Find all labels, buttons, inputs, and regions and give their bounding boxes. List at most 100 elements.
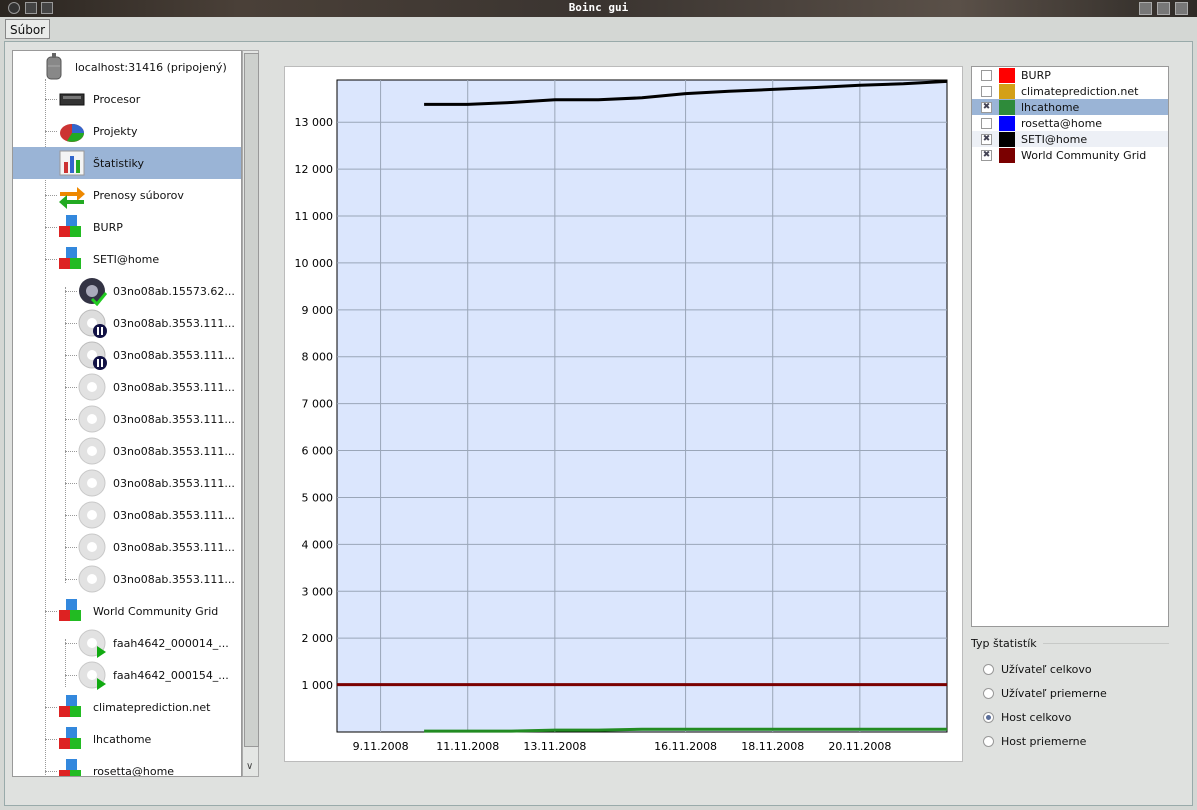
tree-item-label: 03no08ab.3553.111... xyxy=(113,476,235,490)
statistics-chart-panel: 1 000 2 000 3 000 4 000 5 000 6 000 7 000 8 000… xyxy=(284,66,963,762)
legend-item[interactable]: rosetta@home xyxy=(972,115,1168,131)
legend-label: rosetta@home xyxy=(1021,116,1103,130)
tree-item[interactable]: SETI@home xyxy=(57,243,159,275)
tree-item[interactable]: 03no08ab.3553.111... xyxy=(77,339,235,371)
stats-type-radio[interactable]: Užívateľ celkovo xyxy=(983,663,1092,676)
tree-item-label: 03no08ab.15573.62... xyxy=(113,284,235,298)
tree-connector xyxy=(65,287,66,583)
stats-type-title: Typ štatistík xyxy=(971,637,1037,650)
tree-item-label: climateprediction.net xyxy=(93,700,211,714)
tree-item-label: Projekty xyxy=(93,124,138,138)
tree-item[interactable]: lhcathome xyxy=(57,723,151,755)
y-tick-label: 4 000 xyxy=(302,538,334,551)
y-tick-label: 5 000 xyxy=(302,491,334,504)
tree-item[interactable]: 03no08ab.3553.111... xyxy=(77,403,235,435)
tree-item-label: faah4642_000154_... xyxy=(113,668,229,682)
tree-item[interactable]: Štatistiky xyxy=(57,147,144,179)
legend-checkbox[interactable]: ✖ xyxy=(981,133,992,145)
radio-indicator[interactable] xyxy=(983,712,994,723)
scroll-down-arrow-icon[interactable]: ∨ xyxy=(246,761,253,772)
legend-checkbox[interactable] xyxy=(981,69,992,81)
maximize-button[interactable] xyxy=(1157,2,1170,15)
x-tick-label: 9.11.2008 xyxy=(353,740,409,753)
tree-item[interactable]: 03no08ab.15573.62... xyxy=(77,275,235,307)
server-icon xyxy=(46,53,62,80)
tree-host-node[interactable]: localhost:31416 (pripojený) xyxy=(39,51,227,83)
tree-item[interactable]: 03no08ab.3553.111... xyxy=(77,307,235,339)
tree-item-label: BURP xyxy=(93,220,123,234)
tree-connector xyxy=(45,771,57,772)
tree-item[interactable]: climateprediction.net xyxy=(57,691,210,723)
stats-type-divider xyxy=(1043,643,1169,644)
tree-item-label: faah4642_000014_... xyxy=(113,636,229,650)
tree-connector xyxy=(65,547,77,548)
stats-type-radio[interactable]: Host priemerne xyxy=(983,735,1086,748)
tree-item[interactable]: 03no08ab.3553.111... xyxy=(77,563,235,595)
tree-item-label: 03no08ab.3553.111... xyxy=(113,316,235,330)
tree-item[interactable]: 03no08ab.3553.111... xyxy=(77,499,235,531)
tree-item[interactable]: faah4642_000014_... xyxy=(77,627,229,659)
radio-indicator[interactable] xyxy=(983,736,994,747)
task-gear-icon xyxy=(78,565,106,593)
tree-item[interactable]: rosetta@home xyxy=(57,755,174,776)
tree-item[interactable]: 03no08ab.3553.111... xyxy=(77,435,235,467)
task-running-icon xyxy=(78,629,106,658)
legend-checkbox[interactable] xyxy=(981,85,992,97)
y-tick-label: 11 000 xyxy=(295,210,334,223)
menubar: Súbor xyxy=(0,17,1197,41)
tree-item-label: SETI@home xyxy=(93,252,160,266)
tree-scrollbar-thumb[interactable] xyxy=(244,53,259,747)
tree-connector xyxy=(65,323,77,324)
legend-checkbox[interactable] xyxy=(981,117,992,129)
legend-item[interactable]: BURP xyxy=(972,67,1168,83)
tree-connector xyxy=(65,643,77,644)
stats-type-radio[interactable]: Host celkovo xyxy=(983,711,1071,724)
tree-item[interactable]: Projekty xyxy=(57,115,137,147)
legend-color-swatch xyxy=(999,131,1015,147)
legend-color-swatch xyxy=(999,147,1015,163)
bar-chart-icon xyxy=(59,150,85,176)
y-tick-label: 13 000 xyxy=(295,116,334,129)
tree-connector xyxy=(65,675,77,676)
tree-item[interactable]: 03no08ab.3553.111... xyxy=(77,531,235,563)
tree-connector xyxy=(65,387,77,388)
tree-item[interactable]: Procesor xyxy=(57,83,140,115)
radio-indicator[interactable] xyxy=(983,688,994,699)
tree-item-label: Štatistiky xyxy=(93,156,144,170)
stats-type-radio[interactable]: Užívateľ priemerne xyxy=(983,687,1107,700)
statistics-chart: 1 000 2 000 3 000 4 000 5 000 6 000 7 000 8 000… xyxy=(295,79,948,753)
legend-label: BURP xyxy=(1021,68,1051,82)
tree-item[interactable]: World Community Grid xyxy=(57,595,218,627)
x-tick-label: 18.11.2008 xyxy=(741,740,804,753)
tree-connector xyxy=(65,451,77,452)
x-tick-label: 11.11.2008 xyxy=(436,740,499,753)
radio-indicator[interactable] xyxy=(983,664,994,675)
tree-connector xyxy=(45,79,46,776)
legend-item[interactable]: ✖ lhcathome xyxy=(972,99,1168,115)
tree-item[interactable]: BURP xyxy=(57,211,123,243)
legend-label: SETI@home xyxy=(1021,132,1088,146)
y-tick-label: 3 000 xyxy=(302,585,334,598)
task-gear-icon xyxy=(78,501,106,529)
minimize-button[interactable] xyxy=(1139,2,1152,15)
pie-chart-icon xyxy=(60,124,84,142)
legend-item[interactable]: climateprediction.net xyxy=(972,83,1168,99)
tree-item-label: World Community Grid xyxy=(93,604,219,618)
task-paused-icon xyxy=(78,309,107,338)
menu-file[interactable]: Súbor xyxy=(5,19,51,39)
legend-checkbox[interactable]: ✖ xyxy=(981,149,992,161)
legend-item[interactable]: ✖ SETI@home xyxy=(972,131,1168,147)
legend-item[interactable]: ✖ World Community Grid xyxy=(972,147,1168,163)
tree-connector xyxy=(45,259,57,260)
legend-checkbox[interactable]: ✖ xyxy=(981,101,992,113)
transfer-arrows-icon xyxy=(59,187,85,209)
tree-item[interactable]: faah4642_000154_... xyxy=(77,659,229,691)
window-title: Boinc gui xyxy=(568,1,629,14)
close-button[interactable] xyxy=(1175,2,1188,15)
task-gear-icon xyxy=(78,437,106,465)
legend-label: climateprediction.net xyxy=(1021,84,1139,98)
tree-item[interactable]: Prenosy súborov xyxy=(57,179,184,211)
tree-item[interactable]: 03no08ab.3553.111... xyxy=(77,371,235,403)
tree-item[interactable]: 03no08ab.3553.111... xyxy=(77,467,235,499)
tree-scrollbar[interactable]: ∨ xyxy=(242,50,259,777)
